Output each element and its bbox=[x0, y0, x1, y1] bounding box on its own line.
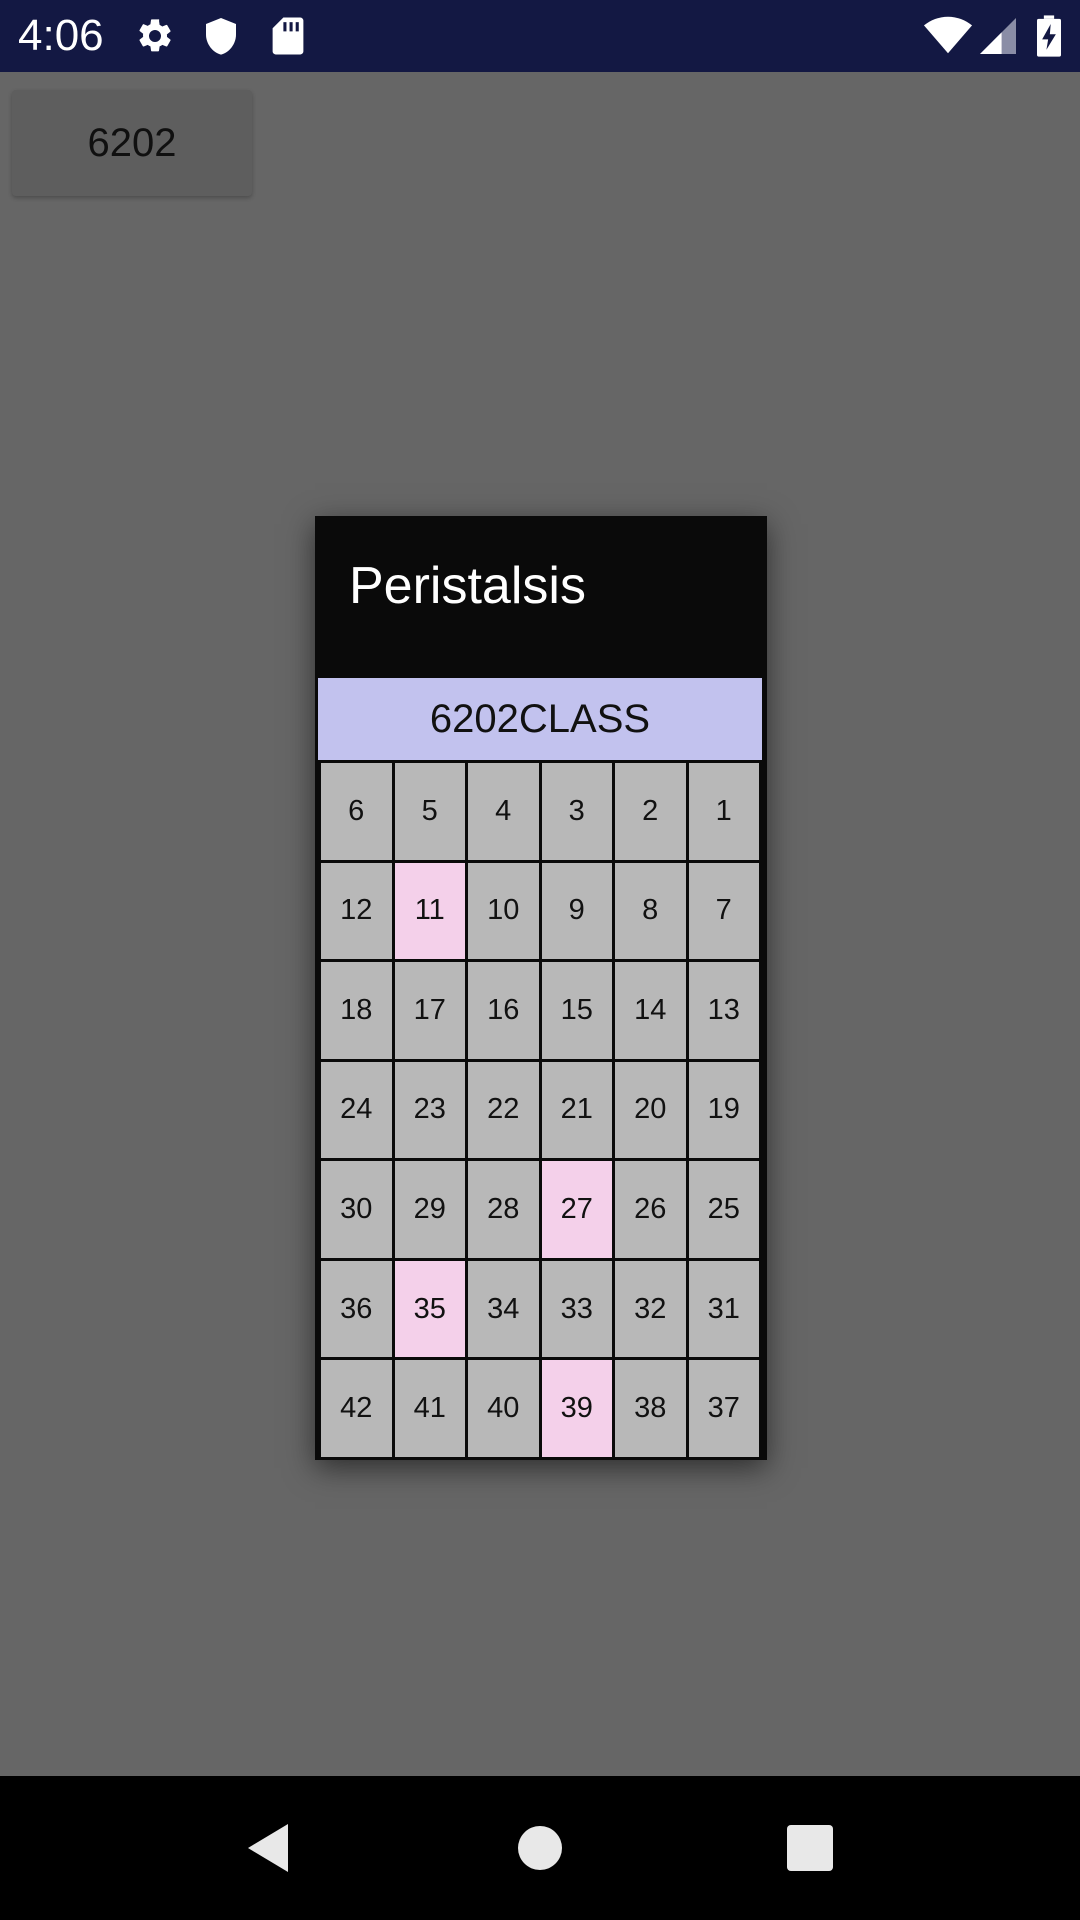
seat-cell[interactable]: 34 bbox=[468, 1260, 539, 1358]
class-6202-button[interactable]: 6202 bbox=[12, 90, 252, 196]
seat-cell[interactable]: 42 bbox=[321, 1360, 392, 1457]
seat-cell[interactable]: 30 bbox=[321, 1161, 392, 1258]
app-content: 6202 Peristalsis 6202CLASS 6 5 4 3 2 1 12 11 10 9… bbox=[0, 72, 1080, 1776]
seat-cell[interactable]: 22 bbox=[468, 1061, 539, 1159]
signal-icon bbox=[978, 0, 1018, 72]
seat-cell[interactable]: 26 bbox=[615, 1161, 686, 1258]
seat-cell[interactable]: 37 bbox=[688, 1360, 759, 1457]
seat-cell[interactable]: 38 bbox=[615, 1360, 686, 1457]
seat-cell[interactable]: 36 bbox=[321, 1260, 392, 1358]
seat-cell[interactable]: 15 bbox=[541, 962, 612, 1059]
seat-cell[interactable]: 16 bbox=[468, 962, 539, 1059]
sd-card-icon bbox=[268, 0, 308, 72]
seat-cell[interactable]: 3 bbox=[541, 763, 612, 860]
seat-cell[interactable]: 1 bbox=[688, 763, 759, 860]
seat-cell[interactable]: 39 bbox=[541, 1360, 612, 1457]
seat-cell[interactable]: 41 bbox=[394, 1360, 465, 1457]
dialog-title: Peristalsis bbox=[349, 557, 586, 615]
seat-cell[interactable]: 40 bbox=[468, 1360, 539, 1457]
seat-cell[interactable]: 24 bbox=[321, 1061, 392, 1159]
recents-icon[interactable] bbox=[750, 1776, 870, 1920]
class-name-header: 6202CLASS bbox=[318, 678, 762, 760]
seat-cell[interactable]: 10 bbox=[468, 862, 539, 960]
wifi-icon bbox=[922, 0, 974, 72]
seat-cell[interactable]: 14 bbox=[615, 962, 686, 1059]
battery-charging-icon bbox=[1034, 0, 1064, 72]
gear-icon bbox=[134, 0, 176, 72]
status-time: 4:06 bbox=[18, 11, 104, 60]
seat-cell[interactable]: 23 bbox=[394, 1061, 465, 1159]
seat-cell[interactable]: 27 bbox=[541, 1161, 612, 1258]
seat-cell[interactable]: 9 bbox=[541, 862, 612, 960]
seat-cell[interactable]: 13 bbox=[688, 962, 759, 1059]
back-icon[interactable] bbox=[208, 1776, 328, 1920]
seat-cell[interactable]: 21 bbox=[541, 1061, 612, 1159]
shield-icon bbox=[200, 0, 242, 72]
seat-cell[interactable]: 28 bbox=[468, 1161, 539, 1258]
seat-cell[interactable]: 4 bbox=[468, 763, 539, 860]
seat-cell[interactable]: 2 bbox=[615, 763, 686, 860]
seat-cell[interactable]: 18 bbox=[321, 962, 392, 1059]
seat-cell[interactable]: 20 bbox=[615, 1061, 686, 1159]
seat-cell[interactable]: 8 bbox=[615, 862, 686, 960]
seat-cell[interactable]: 31 bbox=[688, 1260, 759, 1358]
status-bar: 4:06 bbox=[0, 0, 1080, 72]
seat-cell[interactable]: 25 bbox=[688, 1161, 759, 1258]
home-icon[interactable] bbox=[480, 1776, 600, 1920]
seat-cell[interactable]: 7 bbox=[688, 862, 759, 960]
navigation-bar bbox=[0, 1776, 1080, 1920]
seat-cell[interactable]: 35 bbox=[394, 1260, 465, 1358]
seat-cell[interactable]: 5 bbox=[394, 763, 465, 860]
seat-cell[interactable]: 33 bbox=[541, 1260, 612, 1358]
seat-cell[interactable]: 29 bbox=[394, 1161, 465, 1258]
seat-grid: 6 5 4 3 2 1 12 11 10 9 8 7 18 17 16 15 14 13 24 23 22 21 20 19 3… bbox=[318, 760, 762, 1460]
seat-dialog: Peristalsis 6202CLASS 6 5 4 3 2 1 12 11 10 9 8 7 18 1… bbox=[315, 516, 767, 1460]
seat-cell[interactable]: 17 bbox=[394, 962, 465, 1059]
seat-cell[interactable]: 11 bbox=[394, 862, 465, 960]
seat-cell[interactable]: 6 bbox=[321, 763, 392, 860]
seat-cell[interactable]: 19 bbox=[688, 1061, 759, 1159]
seat-cell[interactable]: 32 bbox=[615, 1260, 686, 1358]
seat-cell[interactable]: 12 bbox=[321, 862, 392, 960]
